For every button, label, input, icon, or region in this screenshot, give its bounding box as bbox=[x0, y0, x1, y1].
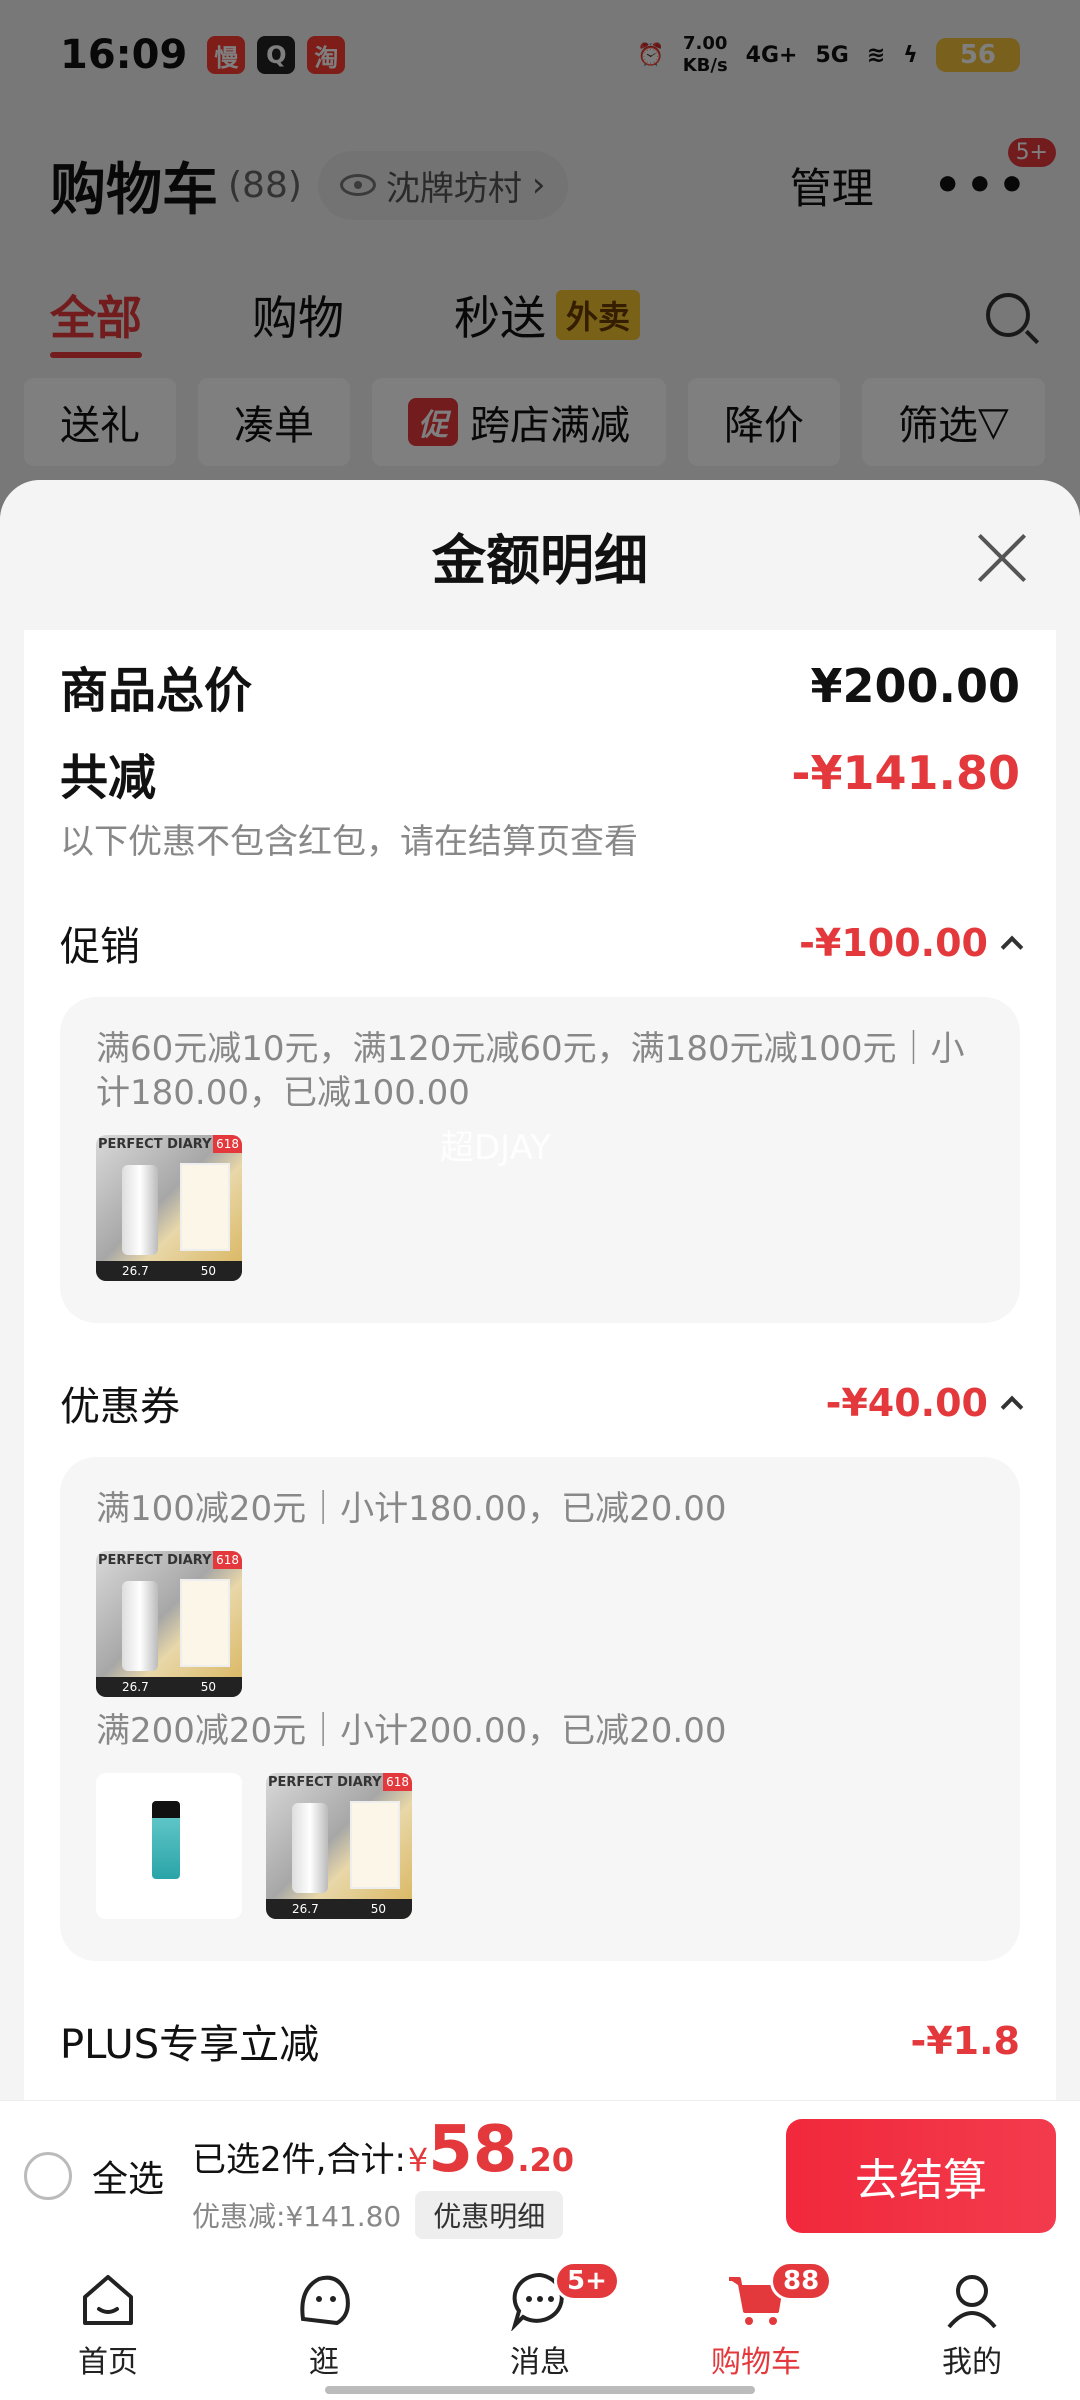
sum-sub: 优惠减:¥141.80 优惠明细 bbox=[192, 2190, 574, 2239]
profile-icon bbox=[947, 2275, 997, 2329]
plus-discount-value: -¥1.8 bbox=[910, 2019, 1020, 2063]
nav-messages[interactable]: 消息 5+ bbox=[460, 2261, 620, 2381]
messages-badge: 5+ bbox=[554, 2261, 620, 2301]
thumb-price-1: 26.7 bbox=[122, 1680, 149, 1694]
nav-cart[interactable]: 购物车 88 bbox=[676, 2261, 836, 2381]
nav-mine[interactable]: 我的 bbox=[892, 2269, 1052, 2381]
total-price-row: 商品总价 ¥200.00 bbox=[60, 630, 1020, 730]
promotion-row[interactable]: 促销 -¥100.00 bbox=[60, 903, 1024, 983]
discount-detail-button[interactable]: 优惠明细 bbox=[415, 2190, 564, 2239]
watermark: 超DJAY bbox=[440, 1128, 551, 1168]
product-thumbnail[interactable]: PERFECT DIARY 618 26.7 50 bbox=[266, 1773, 412, 1919]
promotion-value: -¥100.00 bbox=[799, 921, 1024, 965]
sum-currency: ¥ bbox=[407, 2140, 429, 2179]
reduction-note: 以下优惠不包含红包，请在结算页查看 bbox=[60, 822, 638, 862]
plus-discount-label: PLUS专享立减 bbox=[60, 2022, 320, 2068]
thumb-price-2: 50 bbox=[200, 1264, 216, 1278]
chevron-up-icon bbox=[1000, 1395, 1024, 1419]
coupon-detail-text-2: 满200减20元｜小计200.00，已减20.00 bbox=[96, 1711, 727, 1751]
browse-face-icon bbox=[300, 2275, 350, 2326]
thumb-price-strip: 26.7 50 bbox=[96, 1677, 242, 1697]
bottle-image bbox=[122, 1165, 158, 1255]
total-reduction-label: 共减 bbox=[60, 750, 157, 806]
checkout-bar: 全选 已选2件,合计: ¥ 58 .20 优惠减:¥141.80 优惠明细 去结… bbox=[0, 2100, 1080, 2250]
thumb-price-2: 50 bbox=[200, 1680, 216, 1694]
coupon-thumbs-2: PERFECT DIARY 618 26.7 50 bbox=[96, 1773, 984, 1919]
sheet-header: 金额明细 bbox=[0, 480, 1080, 630]
chevron-up-icon bbox=[1000, 935, 1024, 959]
selected-summary: 已选2件,合计: bbox=[192, 2139, 406, 2180]
thumb-brand: PERFECT DIARY bbox=[98, 1553, 212, 1568]
select-all-radio[interactable] bbox=[24, 2151, 72, 2200]
nav-messages-label: 消息 bbox=[510, 2345, 570, 2380]
box-image bbox=[350, 1801, 400, 1889]
nav-browse-label: 逛 bbox=[309, 2345, 339, 2380]
nav-home[interactable]: 首页 bbox=[28, 2269, 188, 2381]
product-thumbnail[interactable]: PERFECT DIARY 618 26.7 50 bbox=[96, 1135, 242, 1281]
thumb-price-strip: 26.7 50 bbox=[96, 1261, 242, 1281]
box-image bbox=[180, 1579, 230, 1667]
coupon-row[interactable]: 优惠券 -¥40.00 bbox=[60, 1363, 1024, 1443]
sheet-title: 金额明细 bbox=[432, 528, 648, 592]
select-all-label[interactable]: 全选 bbox=[92, 2150, 164, 2202]
promotion-detail-text: 满60元减10元，满120元减60元，满180元减100元｜小计180.00，已… bbox=[96, 1029, 965, 1113]
thumb-brand: PERFECT DIARY bbox=[98, 1137, 212, 1152]
coupon-detail-box: 满100减20元｜小计180.00，已减20.00 PERFECT DIARY … bbox=[60, 1457, 1020, 1961]
remover-bottle-image bbox=[152, 1801, 180, 1879]
product-thumbnail-remover[interactable] bbox=[96, 1773, 242, 1919]
coupon-detail-text-1: 满100减20元｜小计180.00，已减20.00 bbox=[96, 1489, 727, 1529]
nav-home-label: 首页 bbox=[78, 2345, 138, 2380]
promotion-amount: -¥100.00 bbox=[799, 921, 988, 965]
sum-block: 已选2件,合计: ¥ 58 .20 优惠减:¥141.80 优惠明细 bbox=[192, 2113, 574, 2239]
amount-detail-sheet: 金额明细 商品总价 ¥200.00 共减 -¥141.80 以下优惠不包含红包，… bbox=[0, 480, 1080, 2125]
total-price-label: 商品总价 bbox=[60, 663, 253, 719]
sum-decimal: .20 bbox=[517, 2140, 575, 2179]
plus-discount-row: PLUS专享立减 -¥1.8 bbox=[60, 1991, 1020, 2091]
close-icon[interactable] bbox=[974, 530, 1030, 586]
bottle-image bbox=[122, 1581, 158, 1671]
product-thumbnail[interactable]: PERFECT DIARY 618 26.7 50 bbox=[96, 1551, 242, 1697]
thumb-price-strip: 26.7 50 bbox=[266, 1899, 412, 1919]
cart-badge: 88 bbox=[770, 2261, 833, 2301]
coupon-label: 优惠券 bbox=[60, 1384, 180, 1430]
checkout-button[interactable]: 去结算 bbox=[786, 2118, 1056, 2233]
coupon-value: -¥40.00 bbox=[825, 1381, 1024, 1425]
thumb-price-1: 26.7 bbox=[292, 1902, 319, 1916]
thumb-price-2: 50 bbox=[370, 1902, 386, 1916]
bottom-nav: 首页 逛 消息 5+ 购物车 88 我的 bbox=[0, 2250, 1080, 2400]
nav-cart-label: 购物车 bbox=[711, 2345, 801, 2380]
sum-integer: 58 bbox=[428, 2112, 518, 2187]
thumb-price-1: 26.7 bbox=[122, 1264, 149, 1278]
thumb-618-tag: 618 bbox=[213, 1551, 242, 1569]
total-reduction-value: -¥141.80 bbox=[791, 746, 1020, 800]
total-price-value: ¥200.00 bbox=[810, 659, 1020, 713]
thumb-brand: PERFECT DIARY bbox=[268, 1775, 382, 1790]
promotion-label: 促销 bbox=[60, 924, 140, 970]
thumb-618-tag: 618 bbox=[383, 1773, 412, 1791]
home-icon bbox=[83, 2275, 133, 2325]
thumb-618-tag: 618 bbox=[213, 1135, 242, 1153]
coupon-thumbs-1: PERFECT DIARY 618 26.7 50 bbox=[96, 1551, 984, 1697]
home-indicator[interactable] bbox=[325, 2386, 755, 2394]
nav-browse[interactable]: 逛 bbox=[244, 2269, 404, 2381]
discount-summary: 优惠减:¥141.80 bbox=[192, 2199, 402, 2233]
coupon-amount: -¥40.00 bbox=[825, 1381, 988, 1425]
nav-mine-label: 我的 bbox=[942, 2345, 1002, 2380]
sum-line: 已选2件,合计: ¥ 58 .20 bbox=[192, 2113, 574, 2187]
sheet-body[interactable]: 商品总价 ¥200.00 共减 -¥141.80 以下优惠不包含红包，请在结算页… bbox=[24, 630, 1056, 2125]
total-reduction-row: 共减 -¥141.80 bbox=[60, 738, 1020, 808]
bottle-image bbox=[292, 1803, 328, 1893]
box-image bbox=[180, 1163, 230, 1251]
